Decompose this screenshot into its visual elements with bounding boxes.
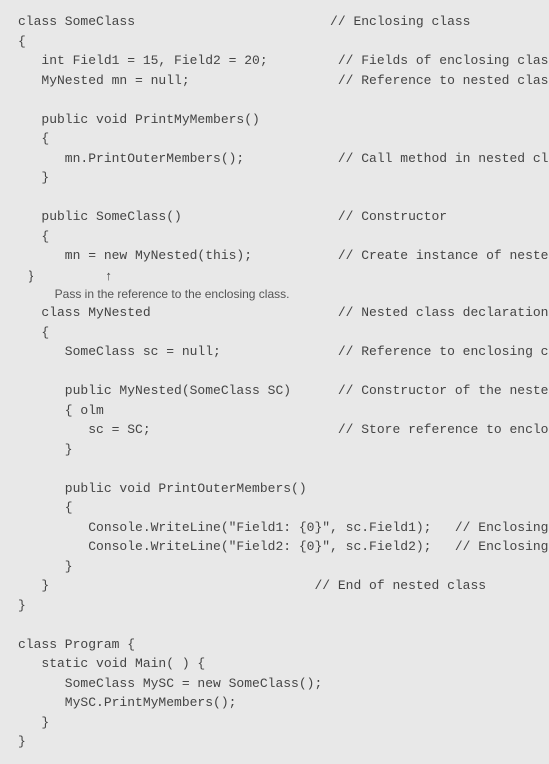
code-line: static void Main( ) { — [18, 654, 531, 674]
code-line: { — [18, 227, 531, 247]
code-line — [18, 90, 531, 110]
code-line: { — [18, 32, 531, 52]
code-line: } — [18, 557, 531, 577]
code-line: class MyNested // Nested class declarati… — [18, 303, 531, 323]
code-listing: class SomeClass // Enclosing class{ int … — [18, 12, 531, 752]
code-line: { olm — [18, 401, 531, 421]
code-line — [18, 362, 531, 382]
code-line: SomeClass sc = null; // Reference to enc… — [18, 342, 531, 362]
code-line: MyNested mn = null; // Reference to nest… — [18, 71, 531, 91]
code-line: } — [18, 596, 531, 616]
code-line: Console.WriteLine("Field2: {0}", sc.Fiel… — [18, 537, 531, 557]
code-line: class Program { — [18, 635, 531, 655]
code-line: public MyNested(SomeClass SC) // Constru… — [18, 381, 531, 401]
code-line: { — [18, 323, 531, 343]
code-line: } — [18, 440, 531, 460]
code-line: } ↑ — [18, 266, 531, 286]
code-line: SomeClass MySC = new SomeClass(); — [18, 674, 531, 694]
code-line: int Field1 = 15, Field2 = 20; // Fields … — [18, 51, 531, 71]
code-line: class SomeClass // Enclosing class — [18, 12, 531, 32]
code-line — [18, 615, 531, 635]
code-line: } — [18, 168, 531, 188]
code-line: } // End of nested class — [18, 576, 531, 596]
code-line: public SomeClass() // Constructor — [18, 207, 531, 227]
code-line: sc = SC; // Store reference to enclosing… — [18, 420, 531, 440]
code-line: public void PrintMyMembers() — [18, 110, 531, 130]
code-line: } — [18, 732, 531, 752]
code-line: mn = new MyNested(this); // Create insta… — [18, 246, 531, 266]
code-line — [18, 188, 531, 208]
code-line: { — [18, 129, 531, 149]
code-line: public void PrintOuterMembers() — [18, 479, 531, 499]
annotation-line: Pass in the reference to the enclosing c… — [18, 285, 531, 303]
code-line: { — [18, 498, 531, 518]
code-line: } — [18, 713, 531, 733]
code-line — [18, 459, 531, 479]
code-line: Console.WriteLine("Field1: {0}", sc.Fiel… — [18, 518, 531, 538]
code-line: MySC.PrintMyMembers(); — [18, 693, 531, 713]
code-line: mn.PrintOuterMembers(); // Call method i… — [18, 149, 531, 169]
